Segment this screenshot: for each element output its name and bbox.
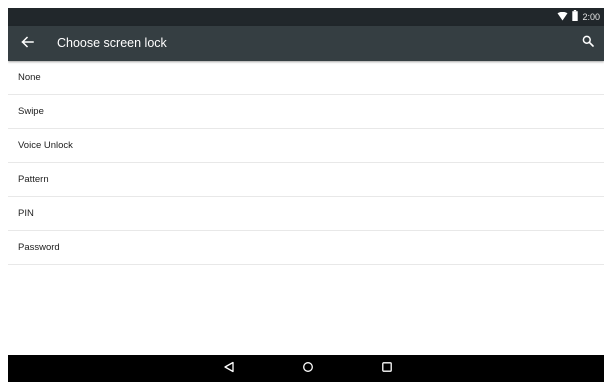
option-pin[interactable]: PIN bbox=[8, 197, 604, 231]
search-icon bbox=[582, 34, 594, 52]
status-bar: 2:00 bbox=[8, 8, 604, 26]
page-title: Choose screen lock bbox=[57, 36, 167, 50]
nav-back-button[interactable] bbox=[214, 355, 244, 382]
option-voice-unlock[interactable]: Voice Unlock bbox=[8, 129, 604, 163]
toolbar: Choose screen lock bbox=[8, 26, 604, 61]
back-button[interactable] bbox=[14, 31, 40, 57]
device-screen: 2:00 Choose screen lock None Swipe Voice… bbox=[8, 8, 604, 382]
option-pattern[interactable]: Pattern bbox=[8, 163, 604, 197]
search-button[interactable] bbox=[576, 31, 600, 55]
option-password[interactable]: Password bbox=[8, 231, 604, 265]
navigation-bar bbox=[8, 355, 604, 382]
back-triangle-icon bbox=[223, 360, 235, 378]
nav-recents-button[interactable] bbox=[372, 355, 402, 382]
screen-lock-options-list: None Swipe Voice Unlock Pattern PIN Pass… bbox=[8, 61, 604, 265]
option-swipe[interactable]: Swipe bbox=[8, 95, 604, 129]
battery-icon bbox=[572, 8, 579, 26]
status-icons: 2:00 bbox=[557, 8, 600, 26]
home-circle-icon bbox=[302, 360, 314, 378]
recents-square-icon bbox=[381, 360, 393, 378]
option-none[interactable]: None bbox=[8, 61, 604, 95]
wifi-icon bbox=[557, 8, 568, 26]
nav-home-button[interactable] bbox=[293, 355, 323, 382]
status-time: 2:00 bbox=[582, 12, 600, 22]
arrow-left-icon bbox=[20, 35, 34, 53]
